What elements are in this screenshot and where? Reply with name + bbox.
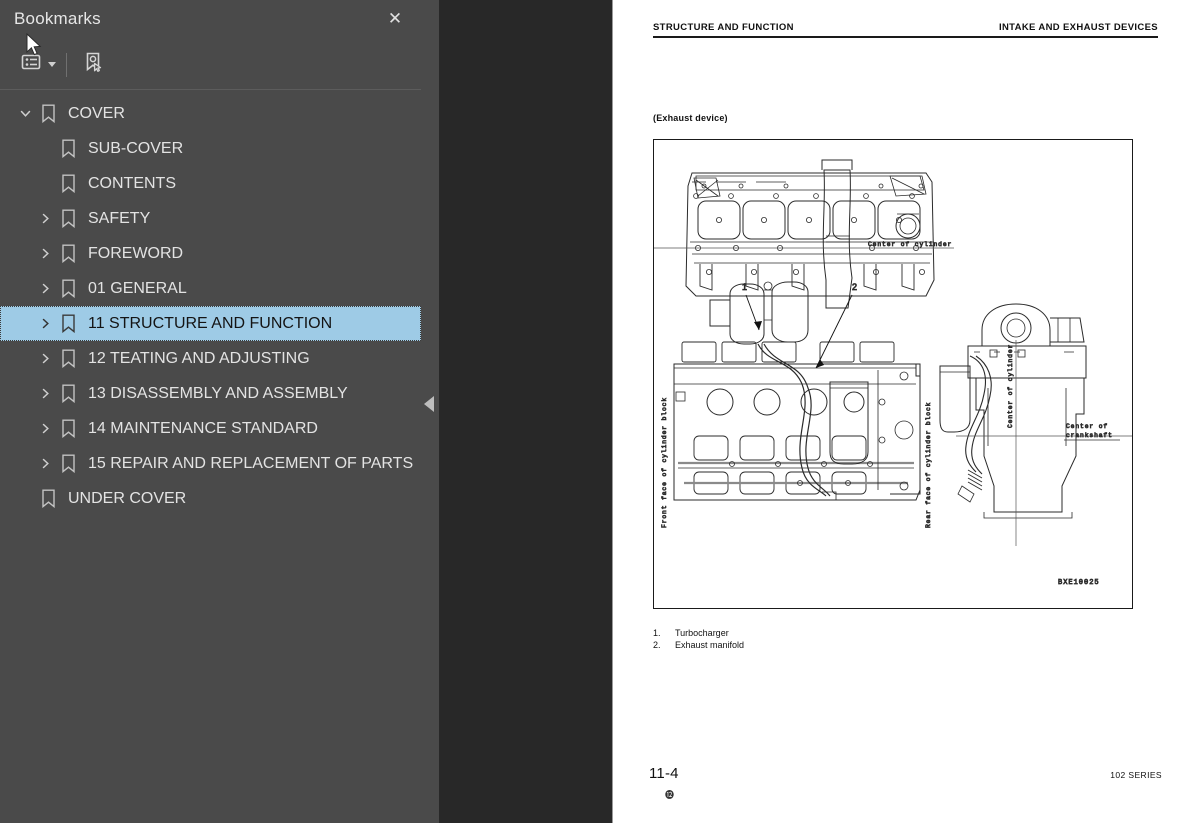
- panel-title: Bookmarks: [14, 9, 101, 28]
- label-rear-face: Rear face of cylinder block: [925, 402, 932, 528]
- bookmark-item[interactable]: 14 MAINTENANCE STANDARD: [0, 411, 421, 446]
- bookmark-label: 14 MAINTENANCE STANDARD: [88, 419, 318, 437]
- chevron-right-icon[interactable]: [34, 201, 56, 236]
- bookmarks-panel-header: Bookmarks ✕: [0, 0, 421, 40]
- new-bookmark-icon: [81, 50, 105, 79]
- page-number: 11-4: [649, 765, 679, 782]
- drawing-code: BXE10025: [1058, 579, 1100, 587]
- chevron-down-icon[interactable]: [14, 96, 36, 131]
- bookmark-item[interactable]: 15 REPAIR AND REPLACEMENT OF PARTS: [0, 446, 421, 481]
- bookmark-label: 13 DISASSEMBLY AND ASSEMBLY: [88, 384, 348, 402]
- bookmark-label: SAFETY: [88, 209, 151, 227]
- bookmark-label: UNDER COVER: [68, 489, 187, 507]
- bookmark-icon: [56, 201, 80, 236]
- bookmark-icon: [36, 481, 60, 516]
- figure-frame: Center of cylinder Front face of cylinde…: [653, 139, 1133, 609]
- chevron-right-icon[interactable]: [34, 271, 56, 306]
- toolbar-separator: [66, 52, 67, 77]
- page-series-label: 102 SERIES: [1110, 770, 1162, 780]
- bookmark-label: CONTENTS: [88, 174, 176, 192]
- label-center-of-crankshaft-1: Center of: [1066, 423, 1108, 430]
- bookmark-icon: [56, 411, 80, 446]
- legend-item: 1. Turbocharger: [653, 627, 744, 639]
- legend-text: Turbocharger: [675, 628, 729, 638]
- pdf-page: STRUCTURE AND FUNCTION INTAKE AND EXHAUS…: [613, 0, 1200, 823]
- bookmark-options-button[interactable]: [20, 50, 56, 80]
- chevron-right-icon[interactable]: [34, 376, 56, 411]
- bookmark-label: 01 GENERAL: [88, 279, 187, 297]
- list-options-icon: [20, 52, 42, 77]
- bookmark-label: SUB-COVER: [88, 139, 184, 157]
- chevron-right-icon[interactable]: [34, 306, 56, 341]
- bookmark-item[interactable]: FOREWORD: [0, 236, 421, 271]
- bookmark-tree: COVER SUB-COVER CONTENTS SAFETY FOREWORD 01 G…: [0, 90, 421, 516]
- bookmark-icon: [56, 306, 80, 341]
- bookmark-item[interactable]: UNDER COVER: [0, 481, 421, 516]
- legend-number: 2.: [653, 640, 661, 650]
- label-front-face: Front face of cylinder block: [661, 397, 668, 528]
- legend-item: 2. Exhaust manifold: [653, 639, 744, 651]
- chevron-right-icon[interactable]: [34, 411, 56, 446]
- bookmark-icon: [56, 446, 80, 481]
- bookmark-icon: [56, 341, 80, 376]
- bookmark-icon: [36, 96, 60, 131]
- bookmark-label: FOREWORD: [88, 244, 184, 262]
- bookmark-icon: [56, 131, 80, 166]
- chevron-right-icon[interactable]: [34, 446, 56, 481]
- bookmark-label: 11 STRUCTURE AND FUNCTION: [88, 314, 333, 332]
- bookmark-item[interactable]: COVER: [0, 96, 421, 131]
- bookmark-label: COVER: [68, 104, 125, 122]
- bookmark-item[interactable]: 01 GENERAL: [0, 271, 421, 306]
- chevron-right-icon[interactable]: [34, 236, 56, 271]
- new-bookmark-button[interactable]: [81, 50, 105, 80]
- bookmarks-panel: Bookmarks ✕ COVER SUB-COVER CONTENTS SAF…: [0, 0, 421, 823]
- sidebar-splitter[interactable]: [421, 0, 439, 823]
- chevron-down-icon: [48, 62, 56, 67]
- bookmark-icon: [56, 271, 80, 306]
- bookmark-item[interactable]: 12 TEATING AND ADJUSTING: [0, 341, 421, 376]
- bookmark-icon: [56, 166, 80, 201]
- callout-2: 2: [852, 282, 857, 292]
- callout-1: 1: [742, 282, 747, 292]
- close-panel-button[interactable]: ✕: [381, 5, 409, 33]
- chevron-right-icon[interactable]: [34, 341, 56, 376]
- bookmarks-toolbar: [0, 40, 421, 90]
- page-revision-mark: ⓬: [665, 790, 675, 800]
- close-icon: ✕: [387, 9, 403, 28]
- bookmark-icon: [56, 376, 80, 411]
- legend-number: 1.: [653, 628, 661, 638]
- label-center-of-cylinder-side: Center of cylinder: [1007, 344, 1014, 428]
- bookmark-item[interactable]: CONTENTS: [0, 166, 421, 201]
- collapse-left-icon[interactable]: [424, 396, 434, 412]
- pdf-reader-window: Bookmarks ✕ COVER SUB-COVER CONTENTS SAF…: [0, 0, 1200, 823]
- engine-technical-drawing: Center of cylinder Front face of cylinde…: [654, 159, 1132, 587]
- label-center-of-crankshaft-2: crankshaft: [1066, 432, 1113, 439]
- figure-legend: 1. Turbocharger 2. Exhaust manifold: [653, 627, 744, 651]
- page-running-header: STRUCTURE AND FUNCTION INTAKE AND EXHAUS…: [653, 22, 1158, 38]
- figure-caption: (Exhaust device): [653, 113, 728, 123]
- legend-text: Exhaust manifold: [675, 640, 745, 650]
- header-right-text: INTAKE AND EXHAUST DEVICES: [998, 22, 1158, 33]
- bookmark-icon: [56, 236, 80, 271]
- bookmark-item[interactable]: SAFETY: [0, 201, 421, 236]
- header-left-text: STRUCTURE AND FUNCTION: [653, 22, 794, 33]
- pdf-viewer-area[interactable]: STRUCTURE AND FUNCTION INTAKE AND EXHAUS…: [439, 0, 1200, 823]
- bookmark-item[interactable]: SUB-COVER: [0, 131, 421, 166]
- bookmark-label: 15 REPAIR AND REPLACEMENT OF PARTS: [88, 454, 414, 472]
- bookmark-item[interactable]: 13 DISASSEMBLY AND ASSEMBLY: [0, 376, 421, 411]
- bookmark-label: 12 TEATING AND ADJUSTING: [88, 349, 310, 367]
- bookmark-item[interactable]: 11 STRUCTURE AND FUNCTION: [0, 306, 421, 341]
- label-center-of-cylinder-top: Center of cylinder: [868, 241, 952, 248]
